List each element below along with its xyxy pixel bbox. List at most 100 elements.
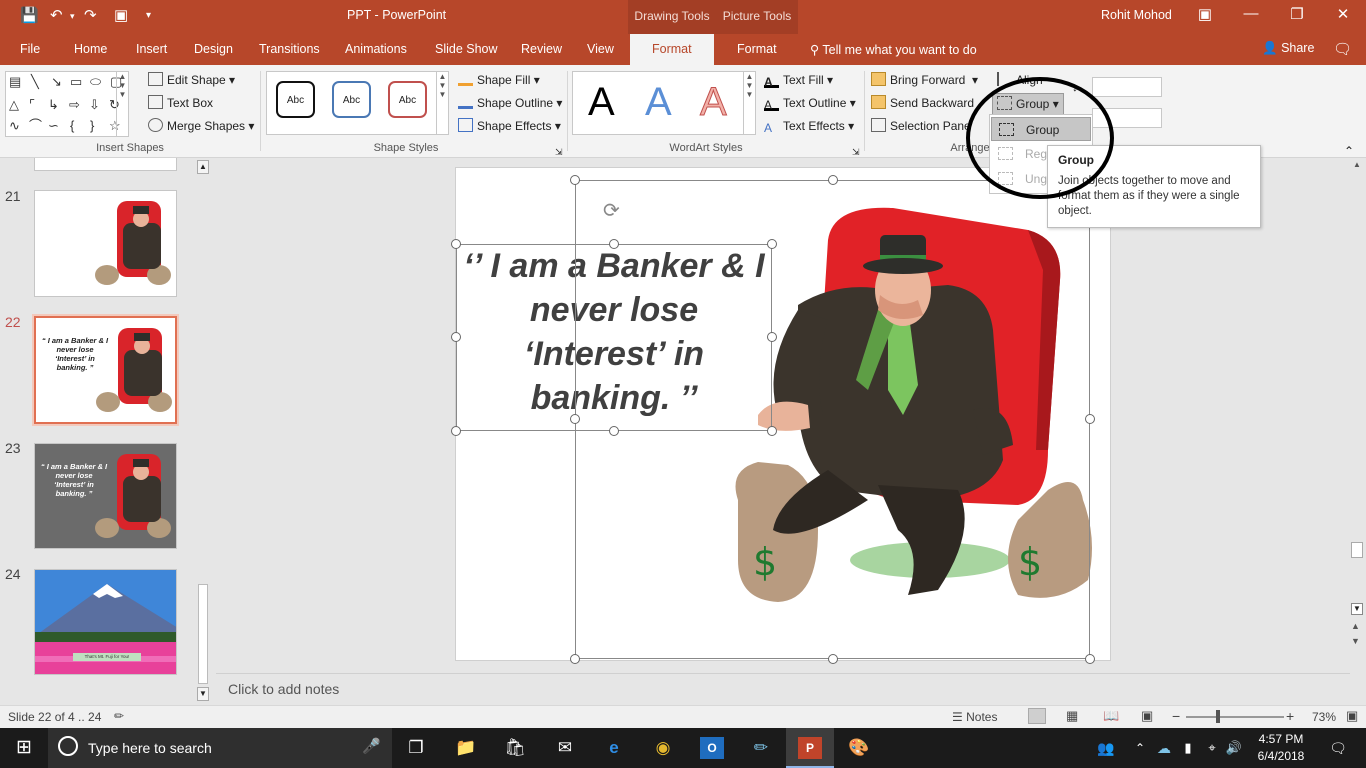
triangle-shape-icon[interactable]: △ <box>9 98 19 112</box>
merge-shapes-button[interactable]: Merge Shapes ▾ <box>148 118 254 134</box>
shapes-gallery[interactable]: ▤ ╲ ↘ ▭ ⬭ ▢ △ ⌜ ↳ ⇨ ⇩ ↻ ∿ ⌒ ∽ { } ☆ ▲ ▼ ▼ <box>5 71 129 137</box>
edge-icon[interactable]: e <box>602 737 626 759</box>
edit-shape-button[interactable]: Edit Shape ▾ <box>148 72 235 88</box>
shape-styles-gallery[interactable]: Abc Abc Abc ▲ ▼ ▼ <box>266 71 449 135</box>
zoom-slider[interactable] <box>1186 716 1284 718</box>
clock-time[interactable]: 4:57 PM <box>1256 732 1306 746</box>
tab-animations[interactable]: Animations <box>345 42 407 56</box>
notes-placeholder[interactable]: Click to add notes <box>228 681 339 697</box>
tab-insert[interactable]: Insert <box>136 42 167 56</box>
show-hidden-icons[interactable]: ⌃ <box>1128 737 1152 759</box>
shape-effects-button[interactable]: Shape Effects ▾ <box>458 118 561 134</box>
paint-icon[interactable]: 🎨 <box>847 737 871 759</box>
resize-handle[interactable] <box>570 175 580 185</box>
fit-slide-icon[interactable]: ▣ <box>1346 708 1358 724</box>
thumbnail-partial[interactable] <box>34 158 177 171</box>
scroll-down-arrow[interactable]: ▼ <box>197 687 209 701</box>
elbow-arrow-shape-icon[interactable]: ↳ <box>48 98 59 112</box>
right-arrow-shape-icon[interactable]: ⇨ <box>69 98 80 112</box>
resize-handle[interactable] <box>451 239 461 249</box>
zoom-slider-thumb[interactable] <box>1216 710 1220 723</box>
text-outline-button[interactable]: A Text Outline ▾ <box>764 95 856 112</box>
shape-styles-scroll[interactable]: ▲ ▼ ▼ <box>436 72 448 134</box>
tell-me-box[interactable]: ⚲ Tell me what you want to do <box>810 42 977 57</box>
slide-scrollbar[interactable]: ▲ ▼ ▲ ▼ <box>1349 158 1366 703</box>
store-icon[interactable]: 🛍 <box>503 737 527 759</box>
wordart-blue[interactable]: A <box>645 78 672 126</box>
taskbar-search-box[interactable]: Type here to search 🎤 <box>48 728 392 768</box>
people-icon[interactable]: 👥 <box>1094 737 1118 759</box>
scroll-thumb[interactable] <box>198 584 208 684</box>
resize-handle[interactable] <box>1085 654 1095 664</box>
notes-pane[interactable]: Click to add notes <box>216 673 1350 703</box>
tab-slide-show[interactable]: Slide Show <box>435 42 498 56</box>
onedrive-icon[interactable]: ☁ <box>1152 737 1176 759</box>
arrow-line-shape-icon[interactable]: ↘ <box>51 75 62 89</box>
resize-handle[interactable] <box>451 332 461 342</box>
wifi-icon[interactable]: ⌖ <box>1200 737 1224 759</box>
volume-icon[interactable]: 🔊 <box>1222 737 1246 759</box>
tab-review[interactable]: Review <box>521 42 562 56</box>
tab-format-drawing[interactable]: Format <box>630 34 714 65</box>
current-slide[interactable]: $ $ ‘’ I am a Banker & I never lose ‘Int… <box>451 168 1110 664</box>
shape-outline-button[interactable]: Shape Outline ▾ <box>458 95 562 111</box>
file-explorer-icon[interactable]: 📁 <box>454 737 478 759</box>
thumbnail-slide-23[interactable]: “ I am a Banker & I never lose ‘Interest… <box>34 443 177 549</box>
save-icon[interactable]: 💾 <box>20 6 39 26</box>
reading-view-icon[interactable]: 📖 <box>1103 708 1119 724</box>
rectangle-shape-icon[interactable]: ▭ <box>70 75 82 89</box>
thumbnails-scrollbar[interactable]: ▲ ▼ <box>196 158 210 703</box>
tab-home[interactable]: Home <box>74 42 107 56</box>
resize-handle[interactable] <box>828 654 838 664</box>
left-brace-shape-icon[interactable]: { <box>70 119 74 133</box>
resize-handle[interactable] <box>767 332 777 342</box>
scroll-up-arrow[interactable]: ▲ <box>1351 160 1363 172</box>
undo-dropdown-icon[interactable]: ▾ <box>70 6 75 26</box>
wordart-scroll[interactable]: ▲ ▼ ▼ <box>743 72 755 134</box>
tab-design[interactable]: Design <box>194 42 233 56</box>
close-icon[interactable]: ✕ <box>1328 5 1358 23</box>
comments-icon[interactable]: 🗨 <box>1333 40 1352 58</box>
shape-style-blue[interactable]: Abc <box>332 81 371 118</box>
curve-shape-icon[interactable]: ∽ <box>48 119 59 133</box>
share-button[interactable]: 👤 Share <box>1262 41 1314 56</box>
right-brace-shape-icon[interactable]: } <box>90 119 94 133</box>
thumbnail-slide-22[interactable]: “ I am a Banker & I never lose ‘Interest… <box>34 316 177 424</box>
resize-handle[interactable] <box>451 426 461 436</box>
collapse-ribbon-icon[interactable]: ⌃ <box>1344 143 1354 159</box>
shapes-gallery-scroll[interactable]: ▲ ▼ ▼ <box>116 72 128 136</box>
rotate-handle-icon[interactable]: ⟳ <box>603 198 620 223</box>
resize-handle[interactable] <box>828 175 838 185</box>
powerpoint-icon[interactable]: P <box>798 737 822 759</box>
restore-icon[interactable]: ❐ <box>1282 5 1312 23</box>
tab-file[interactable]: File <box>20 42 40 56</box>
ribbon-display-options-icon[interactable]: ▣ <box>1190 5 1220 23</box>
shape-style-red[interactable]: Abc <box>388 81 427 118</box>
notes-toggle[interactable]: ☰ Notes <box>952 710 997 724</box>
wordart-black[interactable]: A <box>588 78 615 126</box>
task-view-icon[interactable]: ❐ <box>404 737 428 759</box>
tab-view[interactable]: View <box>587 42 614 56</box>
wordart-gallery[interactable]: A A A ▲ ▼ ▼ <box>572 71 756 135</box>
chrome-icon[interactable]: ◉ <box>651 737 675 759</box>
slide-sorter-icon[interactable]: ▦ <box>1066 708 1078 724</box>
resize-handle[interactable] <box>767 239 777 249</box>
zoom-out-icon[interactable]: − <box>1172 708 1180 724</box>
outlook-icon[interactable]: O <box>700 737 724 759</box>
text-fill-button[interactable]: A Text Fill ▾ <box>764 72 833 89</box>
text-box-button[interactable]: Text Box <box>148 95 213 111</box>
previous-slide-icon[interactable]: ▲ <box>1351 621 1360 631</box>
zoom-level[interactable]: 73% <box>1312 710 1336 724</box>
resize-handle[interactable] <box>570 654 580 664</box>
tab-format-picture[interactable]: Format <box>737 42 777 56</box>
selection-pane-button[interactable]: Selection Pane <box>871 118 971 134</box>
arc-shape-icon[interactable]: ⌒ <box>29 119 42 133</box>
microphone-icon[interactable]: 🎤 <box>362 737 381 755</box>
wordart-red[interactable]: A <box>700 78 728 126</box>
resize-handle[interactable] <box>609 426 619 436</box>
normal-view-icon[interactable] <box>1028 708 1046 724</box>
thumbnail-slide-24[interactable]: That's Mt. Fuji for You! <box>34 569 177 675</box>
undo-icon[interactable]: ↶ <box>50 6 63 26</box>
bring-forward-button[interactable]: Bring Forward ▾ <box>871 72 978 88</box>
tab-transitions[interactable]: Transitions <box>259 42 320 56</box>
